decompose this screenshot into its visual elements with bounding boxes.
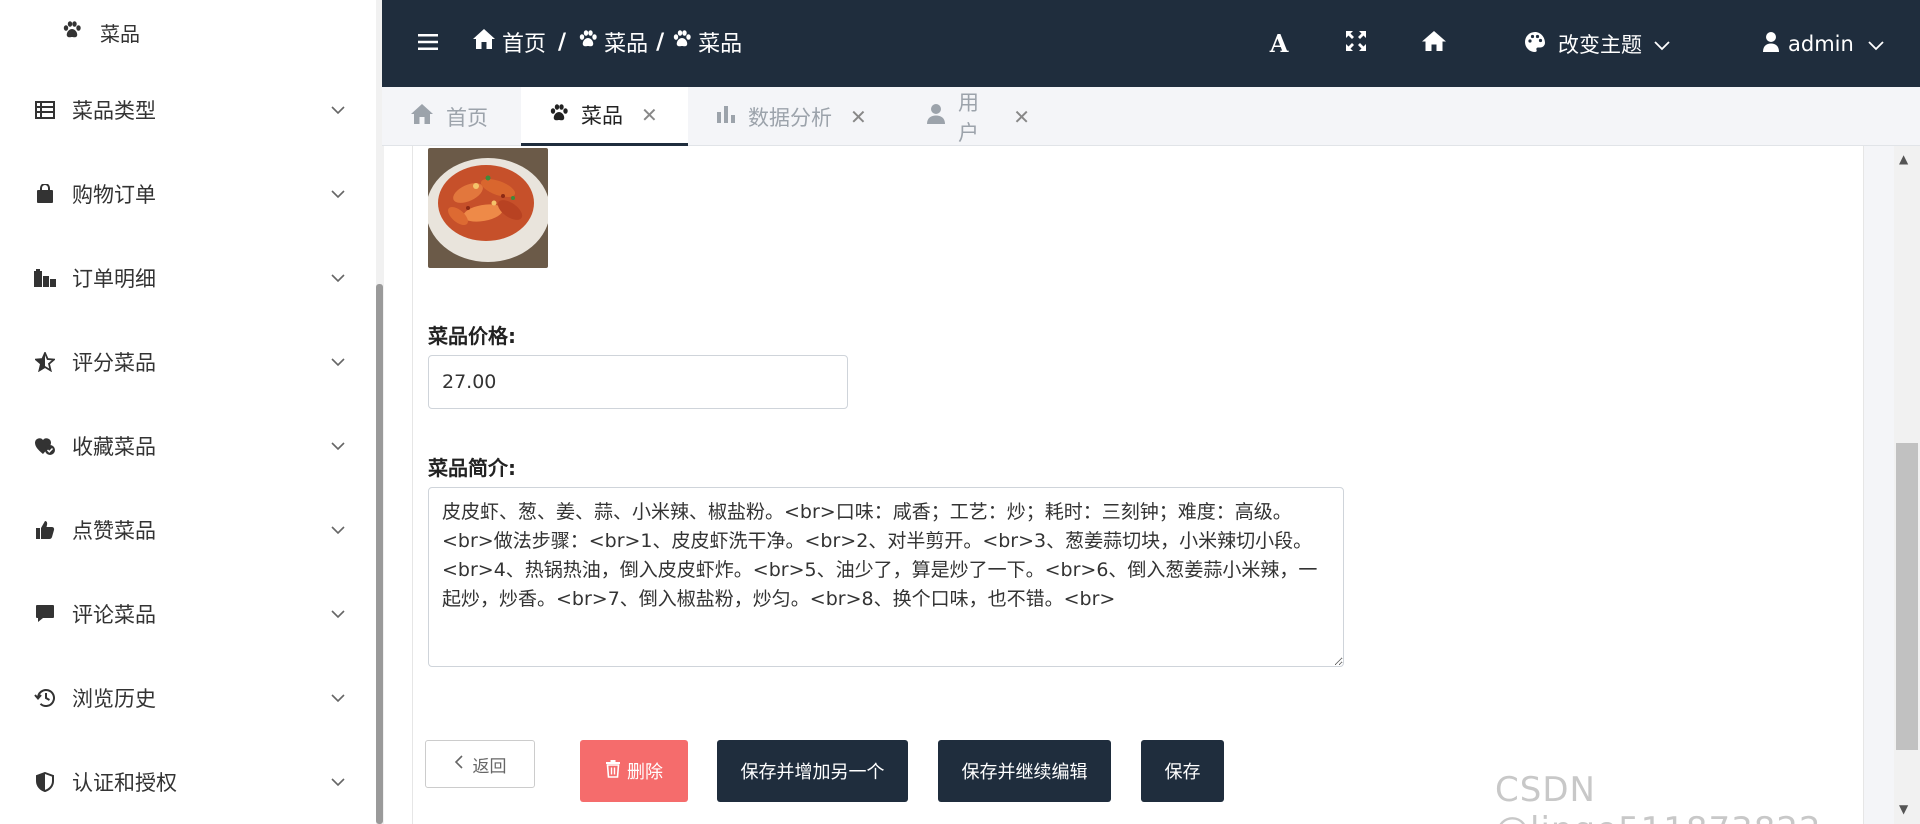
paw-icon (672, 29, 692, 55)
sidebar-scrollbar-thumb[interactable] (376, 284, 383, 824)
price-input[interactable] (428, 355, 848, 409)
chevron-down-icon (326, 518, 350, 542)
trash-icon (605, 759, 621, 783)
dish-image (428, 148, 548, 268)
sidebar-item-label: 订单明细 (72, 267, 156, 291)
description-textarea[interactable]: 皮皮虾、葱、姜、蒜、小米辣、椒盐粉。<br>口味：咸香；工艺：炒；耗时：三刻钟；… (428, 487, 1344, 667)
chevron-down-icon (1868, 32, 1884, 56)
table-list-icon (30, 95, 60, 125)
thumbs-up-icon (30, 515, 60, 545)
font-icon: A (1269, 28, 1289, 58)
app-root: 菜品 菜品类型 购物订单 订单明细 评分菜品 收藏菜品 点赞菜品 评论菜品 浏览… (0, 0, 1920, 824)
shopping-bag-icon (30, 179, 60, 209)
paw-icon (578, 29, 598, 55)
chevron-down-icon (326, 350, 350, 374)
price-label: 菜品价格: (428, 324, 516, 348)
history-icon (30, 683, 60, 713)
chevron-down-icon (326, 98, 350, 122)
sidebar-item-browse-history[interactable]: 浏览历史 (30, 673, 350, 723)
expand-icon (1345, 30, 1367, 56)
sidebar-item-like-dish[interactable]: 点赞菜品 (30, 505, 350, 555)
menu-toggle-button[interactable] (412, 28, 444, 60)
sidebar-item-rate-dish[interactable]: 评分菜品 (30, 337, 350, 387)
breadcrumb-home[interactable]: 首页 (472, 26, 546, 58)
back-button[interactable]: 返回 (425, 740, 535, 788)
bar-chart-icon (716, 104, 736, 129)
sidebar-item-label: 菜品类型 (72, 99, 156, 123)
breadcrumb-dish-app[interactable]: 菜品 (578, 26, 648, 58)
sidebar-item-dish-type[interactable]: 菜品类型 (30, 85, 350, 135)
sidebar-item-auth[interactable]: 认证和授权 (30, 757, 350, 807)
sidebar-item-dish[interactable]: 菜品 (62, 14, 140, 50)
shield-icon (30, 767, 60, 797)
paw-icon (62, 20, 82, 45)
sidebar: 菜品 菜品类型 购物订单 订单明细 评分菜品 收藏菜品 点赞菜品 评论菜品 浏览… (0, 0, 384, 824)
tab-home[interactable]: 首页 (382, 87, 521, 146)
save-button[interactable]: 保存 (1141, 740, 1224, 802)
paw-icon (549, 103, 569, 128)
chevron-down-icon (326, 602, 350, 626)
breadcrumb: 首页 / 菜品 / 菜品 (472, 22, 742, 62)
chevron-down-icon (326, 266, 350, 290)
watermark: CSDN @linge511873822 (1495, 770, 1821, 824)
sidebar-item-label: 点赞菜品 (72, 519, 156, 543)
star-half-icon (30, 347, 60, 377)
chevron-left-icon (454, 754, 463, 774)
user-menu-dropdown[interactable]: admin (1762, 24, 1884, 64)
change-theme-dropdown[interactable]: 改变主题 (1524, 24, 1670, 64)
save-and-continue-button[interactable]: 保存并继续编辑 (938, 740, 1111, 802)
delete-button[interactable]: 删除 (580, 740, 688, 802)
chevron-down-icon (326, 770, 350, 794)
main-scrollbar-thumb[interactable] (1896, 443, 1918, 750)
home-icon (472, 28, 496, 56)
close-icon[interactable]: ✕ (1013, 105, 1030, 129)
description-label: 菜品简介: (428, 456, 516, 480)
palette-icon (1524, 31, 1546, 58)
comment-icon (30, 599, 60, 629)
sidebar-item-label: 购物订单 (72, 183, 156, 207)
tab-user[interactable]: 用户 ✕ (898, 87, 1058, 146)
sidebar-item-label: 收藏菜品 (72, 435, 156, 459)
boxes-icon (30, 263, 60, 293)
fullscreen-button[interactable] (1339, 26, 1373, 60)
close-icon[interactable]: ✕ (850, 105, 867, 129)
hamburger-icon (418, 34, 438, 54)
user-icon (926, 103, 946, 130)
main-content (412, 146, 1864, 824)
sidebar-item-favorite-dish[interactable]: 收藏菜品 (30, 421, 350, 471)
home-icon (1421, 30, 1447, 56)
tab-data-analysis[interactable]: 数据分析 ✕ (688, 87, 898, 146)
save-and-add-another-button[interactable]: 保存并增加另一个 (717, 740, 908, 802)
content-gutter (1864, 146, 1894, 824)
home-icon (410, 103, 434, 130)
font-size-button[interactable]: A (1262, 26, 1296, 60)
home-button[interactable] (1417, 26, 1451, 60)
sidebar-item-label: 评论菜品 (72, 603, 156, 627)
chevron-down-icon (326, 686, 350, 710)
sidebar-item-label: 菜品 (100, 21, 140, 46)
sidebar-item-shopping-order[interactable]: 购物订单 (30, 169, 350, 219)
theme-label: 改变主题 (1558, 33, 1642, 57)
username: admin (1788, 32, 1854, 56)
sidebar-item-comment-dish[interactable]: 评论菜品 (30, 589, 350, 639)
chevron-down-icon (326, 182, 350, 206)
sidebar-item-label: 浏览历史 (72, 687, 156, 711)
breadcrumb-dish: 菜品 (672, 26, 742, 58)
sidebar-item-order-detail[interactable]: 订单明细 (30, 253, 350, 303)
heart-check-icon (30, 431, 60, 461)
close-icon[interactable]: ✕ (641, 103, 658, 127)
sidebar-item-label: 评分菜品 (72, 351, 156, 375)
chevron-down-icon (326, 434, 350, 458)
sidebar-item-label: 认证和授权 (72, 771, 177, 795)
tab-dish[interactable]: 菜品 ✕ (521, 87, 688, 146)
chevron-down-icon (1654, 32, 1670, 56)
tab-bar: 首页 菜品 ✕ 数据分析 ✕ 用户 ✕ (382, 87, 1920, 146)
scroll-up-arrow-icon[interactable]: ▲ (1899, 152, 1908, 166)
top-header: 首页 / 菜品 / 菜品 A 改变主题 admin (382, 0, 1920, 87)
user-icon (1762, 31, 1780, 58)
